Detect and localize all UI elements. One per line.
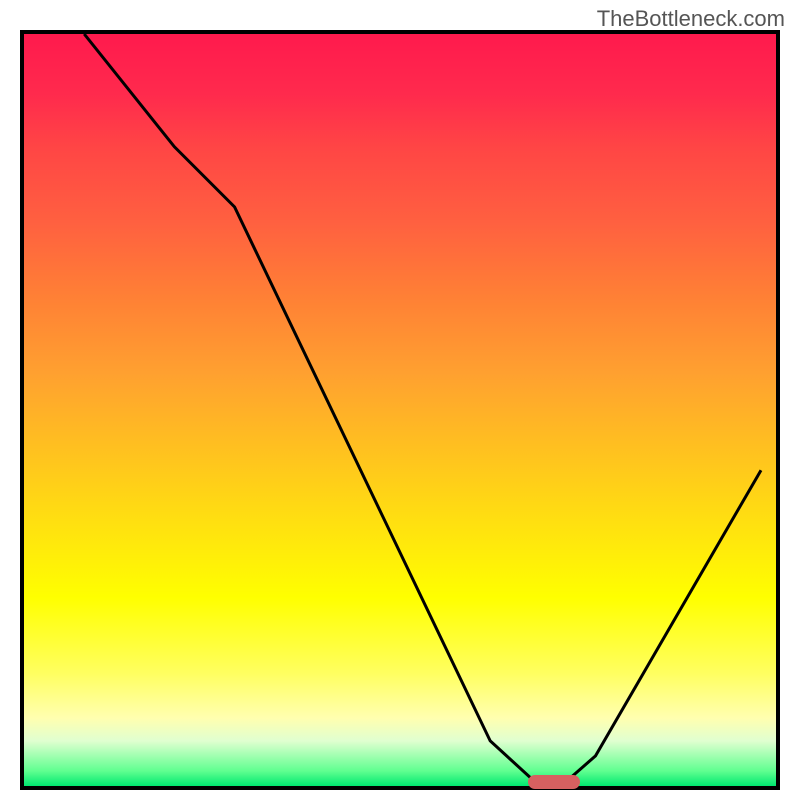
optimal-marker [528, 775, 581, 789]
chart-container: TheBottleneck.com [0, 0, 800, 800]
watermark-text: TheBottleneck.com [597, 6, 785, 32]
bottleneck-curve [24, 34, 776, 786]
chart-frame [20, 30, 780, 790]
